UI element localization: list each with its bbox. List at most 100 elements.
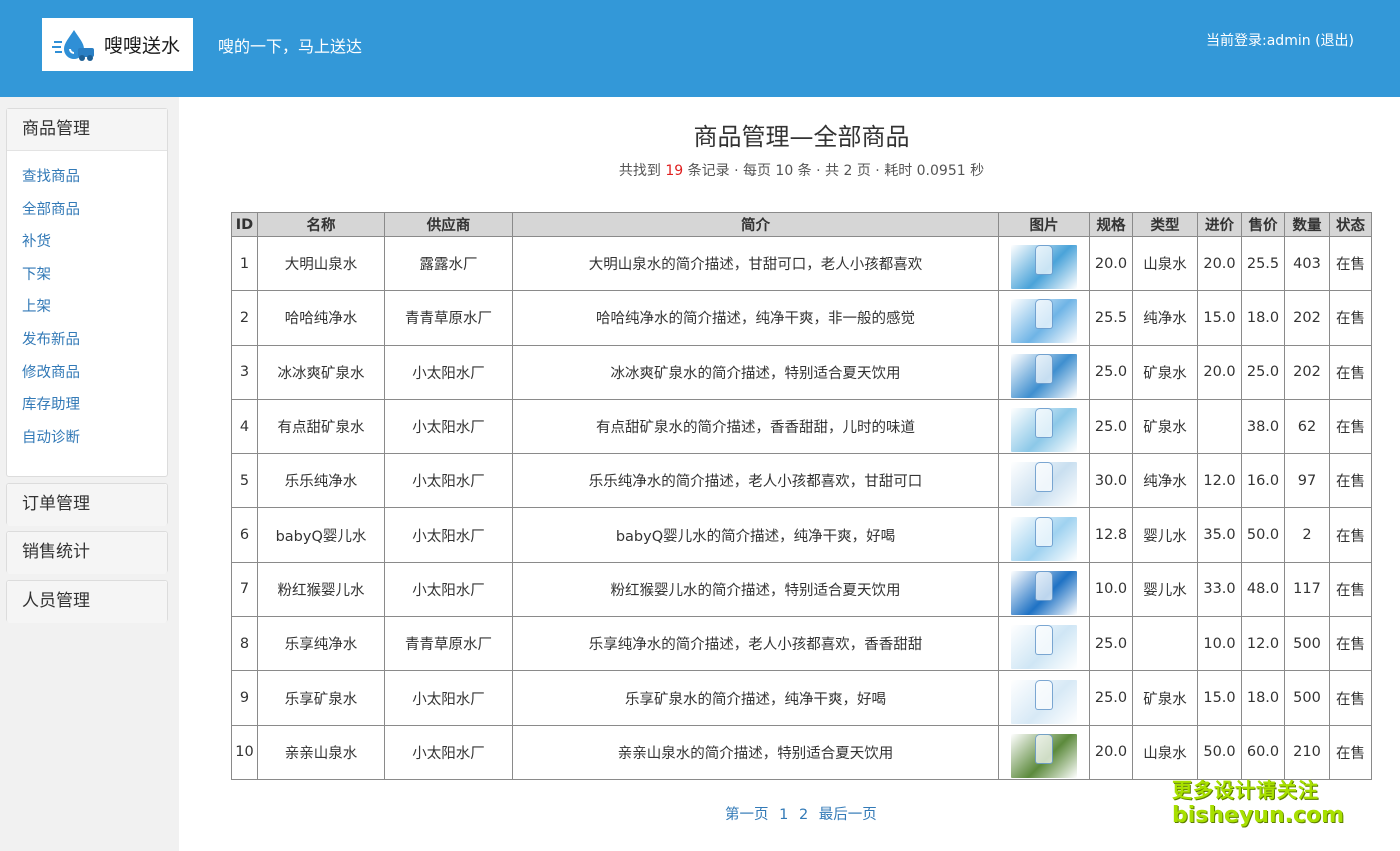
cell-supplier: 青青草原水厂 <box>384 616 513 672</box>
pager-page-2[interactable]: 2 <box>799 807 808 823</box>
cell-desc: 乐乐纯净水的简介描述，老人小孩都喜欢，甘甜可口 <box>512 453 999 509</box>
product-thumbnail[interactable] <box>1011 570 1077 615</box>
page-title: 商品管理—全部商品 <box>693 123 910 151</box>
cell-qty: 97 <box>1284 453 1330 509</box>
product-thumbnail[interactable] <box>1011 733 1077 778</box>
watermark-line2: bisheyun.com <box>1172 803 1345 828</box>
cell-cost: 12.0 <box>1197 453 1242 509</box>
sidebar-item-inventory[interactable]: 库存助理 <box>7 394 167 427</box>
cell-id: 9 <box>231 670 258 726</box>
col-header-spec[interactable]: 规格 <box>1089 212 1133 237</box>
cell-desc: 哈哈纯净水的简介描述，纯净干爽，非一般的感觉 <box>512 290 999 346</box>
table-row[interactable]: 6 babyQ婴儿水 小太阳水厂 babyQ婴儿水的简介描述，纯净干爽，好喝 12.8 婴… <box>231 507 1372 563</box>
col-header-price[interactable]: 售价 <box>1241 212 1285 237</box>
cell-id: 3 <box>231 344 258 400</box>
col-header-status[interactable]: 状态 <box>1329 212 1372 237</box>
col-header-id[interactable]: ID <box>231 212 258 237</box>
cell-image <box>998 235 1090 292</box>
col-header-cost[interactable]: 进价 <box>1197 212 1242 237</box>
cell-image <box>998 344 1090 400</box>
table-row[interactable]: 1 大明山泉水 露露水厂 大明山泉水的简介描述，甘甜可口，老人小孩都喜欢 20.0 山泉水… <box>231 235 1372 292</box>
water-bottle-icon <box>1035 408 1053 439</box>
cell-name: 哈哈纯净水 <box>257 290 385 346</box>
staff-panel-title[interactable]: 人员管理 <box>7 581 167 623</box>
cell-type: 纯净水 <box>1132 453 1198 509</box>
table-row[interactable]: 8 乐享纯净水 青青草原水厂 乐享纯净水的简介描述，老人小孩都喜欢，香香甜甜 25.0 1… <box>231 616 1372 672</box>
cell-price: 25.5 <box>1241 235 1285 292</box>
cell-name: 亲亲山泉水 <box>257 724 385 780</box>
cell-status: 在售 <box>1329 670 1372 726</box>
staff-panel: 人员管理 <box>6 580 168 623</box>
goods-panel-title[interactable]: 商品管理 <box>7 109 167 151</box>
sidebar-item-edit[interactable]: 修改商品 <box>7 362 167 395</box>
col-header-desc[interactable]: 简介 <box>512 212 999 237</box>
product-thumbnail[interactable] <box>1011 408 1077 453</box>
cell-cost <box>1197 398 1242 455</box>
col-header-image[interactable]: 图片 <box>998 212 1090 237</box>
cell-cost: 20.0 <box>1197 235 1242 292</box>
sidebar-item-unlist[interactable]: 下架 <box>7 264 167 297</box>
product-thumbnail[interactable] <box>1011 462 1077 507</box>
cell-image <box>998 724 1090 780</box>
sidebar-item-all-goods[interactable]: 全部商品 <box>7 199 167 232</box>
goods-table-body: 1 大明山泉水 露露水厂 大明山泉水的简介描述，甘甜可口，老人小孩都喜欢 20.0 山泉水… <box>231 235 1372 780</box>
sidebar-item-find-goods[interactable]: 查找商品 <box>7 166 167 199</box>
product-thumbnail[interactable] <box>1011 245 1077 290</box>
product-thumbnail[interactable] <box>1011 679 1077 724</box>
cell-status: 在售 <box>1329 398 1372 455</box>
col-header-qty[interactable]: 数量 <box>1284 212 1330 237</box>
table-row[interactable]: 10 亲亲山泉水 小太阳水厂 亲亲山泉水的简介描述，特别适合夏天饮用 20.0 山泉水 50… <box>231 724 1372 780</box>
table-row[interactable]: 5 乐乐纯净水 小太阳水厂 乐乐纯净水的简介描述，老人小孩都喜欢，甘甜可口 30.0 纯净… <box>231 453 1372 509</box>
goods-table: ID 名称 供应商 简介 图片 规格 类型 进价 售价 数量 状态 1 大明山泉水… <box>231 212 1372 780</box>
order-panel-title[interactable]: 订单管理 <box>7 484 167 526</box>
table-row[interactable]: 3 冰冰爽矿泉水 小太阳水厂 冰冰爽矿泉水的简介描述，特别适合夏天饮用 25.0 矿泉水 2… <box>231 344 1372 400</box>
water-truck-icon <box>52 28 96 62</box>
pager-first[interactable]: 第一页 <box>725 807 769 823</box>
sidebar-item-list[interactable]: 上架 <box>7 296 167 329</box>
table-row[interactable]: 4 有点甜矿泉水 小太阳水厂 有点甜矿泉水的简介描述，香香甜甜，儿时的味道 25.0 矿泉… <box>231 398 1372 455</box>
product-thumbnail[interactable] <box>1011 625 1077 670</box>
table-row[interactable]: 7 粉红猴婴儿水 小太阳水厂 粉红猴婴儿水的简介描述，特别适合夏天饮用 10.0 婴儿水 3… <box>231 561 1372 618</box>
cell-spec: 10.0 <box>1089 561 1133 618</box>
pager-last[interactable]: 最后一页 <box>819 807 877 823</box>
cell-type: 矿泉水 <box>1132 344 1198 400</box>
cell-desc: 乐享纯净水的简介描述，老人小孩都喜欢，香香甜甜 <box>512 616 999 672</box>
cell-id: 10 <box>231 724 258 780</box>
cell-spec: 25.0 <box>1089 616 1133 672</box>
cell-price: 25.0 <box>1241 344 1285 400</box>
cell-id: 8 <box>231 616 258 672</box>
pager-page-1[interactable]: 1 <box>779 807 788 823</box>
cell-cost: 15.0 <box>1197 290 1242 346</box>
table-row[interactable]: 2 哈哈纯净水 青青草原水厂 哈哈纯净水的简介描述，纯净干爽，非一般的感觉 25.5 纯净… <box>231 290 1372 346</box>
cell-desc: 有点甜矿泉水的简介描述，香香甜甜，儿时的味道 <box>512 398 999 455</box>
cell-qty: 403 <box>1284 235 1330 292</box>
logout-link[interactable]: (退出) <box>1315 33 1354 49</box>
cell-price: 60.0 <box>1241 724 1285 780</box>
brand-logo[interactable]: 嗖嗖送水 <box>42 18 193 71</box>
sidebar-item-diagnose[interactable]: 自动诊断 <box>7 427 167 460</box>
col-header-type[interactable]: 类型 <box>1132 212 1198 237</box>
sidebar-item-publish[interactable]: 发布新品 <box>7 329 167 362</box>
cell-qty: 202 <box>1284 344 1330 400</box>
sales-panel-title[interactable]: 销售统计 <box>7 532 167 574</box>
sidebar-item-restock[interactable]: 补货 <box>7 231 167 264</box>
watermark: 更多设计请关注 bisheyun.com <box>1172 774 1345 828</box>
cell-id: 5 <box>231 453 258 509</box>
cell-desc: 乐享矿泉水的简介描述，纯净干爽，好喝 <box>512 670 999 726</box>
product-thumbnail[interactable] <box>1011 516 1077 561</box>
cell-supplier: 小太阳水厂 <box>384 724 513 780</box>
cell-name: babyQ婴儿水 <box>257 507 385 563</box>
cell-type: 婴儿水 <box>1132 507 1198 563</box>
col-header-supplier[interactable]: 供应商 <box>384 212 513 237</box>
col-header-name[interactable]: 名称 <box>257 212 385 237</box>
goods-panel-links: 查找商品 全部商品 补货 下架 上架 发布新品 修改商品 库存助理 自动诊断 <box>7 151 167 477</box>
cell-qty: 62 <box>1284 398 1330 455</box>
cell-name: 冰冰爽矿泉水 <box>257 344 385 400</box>
cell-name: 粉红猴婴儿水 <box>257 561 385 618</box>
product-thumbnail[interactable] <box>1011 299 1077 344</box>
cell-price: 38.0 <box>1241 398 1285 455</box>
cell-type: 纯净水 <box>1132 290 1198 346</box>
product-thumbnail[interactable] <box>1011 353 1077 398</box>
table-row[interactable]: 9 乐享矿泉水 小太阳水厂 乐享矿泉水的简介描述，纯净干爽，好喝 25.0 矿泉水 15.0… <box>231 670 1372 726</box>
cell-cost: 50.0 <box>1197 724 1242 780</box>
